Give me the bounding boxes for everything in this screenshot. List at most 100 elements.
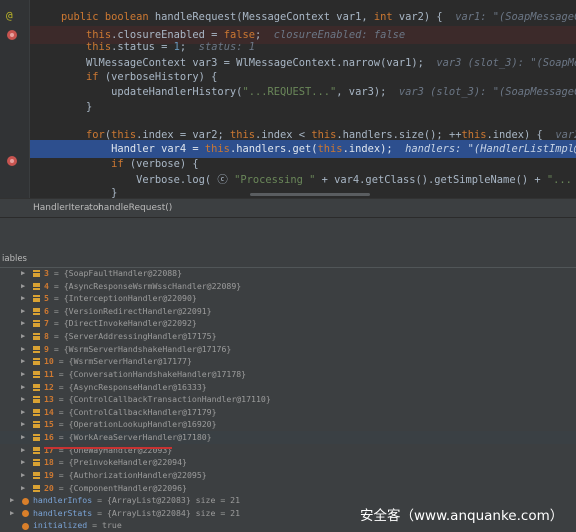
expand-arrow-icon[interactable]: ▶ xyxy=(21,368,25,381)
variable-key: 11 xyxy=(44,368,54,379)
variable-key: 10 xyxy=(44,356,54,367)
expand-arrow-icon[interactable]: ▶ xyxy=(21,381,25,394)
variable-value: {ControlCallbackHandler@17179} xyxy=(68,406,217,417)
equals-sign: = xyxy=(48,343,64,354)
code-text: public boolean handleRequest(MessageCont… xyxy=(61,11,443,23)
equals-sign: = xyxy=(48,305,64,316)
expand-arrow-icon[interactable]: ▶ xyxy=(21,406,25,419)
field-name: handlerStats xyxy=(33,507,93,518)
variable-tree-row[interactable]: ▶ 11 = {ConversationHandshakeHandler@1717… xyxy=(0,368,576,381)
variable-entry-text: handlerInfos = {ArrayList@22083} size = … xyxy=(33,494,240,507)
panel-spacer xyxy=(0,218,576,248)
code-text: if (verbose) { xyxy=(111,158,199,170)
breakpoint-marker[interactable] xyxy=(0,26,30,44)
variable-value: {SoapFaultHandler@22088} xyxy=(63,268,183,278)
list-element-icon xyxy=(33,282,40,290)
breadcrumb-item[interactable]: handleRequest() xyxy=(98,203,172,213)
variable-value: {VersionRedirectHandler@22091} xyxy=(63,305,212,316)
expand-arrow-icon[interactable]: ▶ xyxy=(10,507,14,520)
expand-arrow-icon[interactable]: ▶ xyxy=(21,482,25,495)
list-element-icon xyxy=(33,471,40,479)
code-editor[interactable]: @ public boolean handleRequest(MessageCo… xyxy=(0,0,576,198)
variable-key: 14 xyxy=(44,406,54,417)
list-element-icon xyxy=(33,459,40,467)
list-element-icon xyxy=(33,408,40,416)
variable-value: {ControlCallbackTransactionHandler@17110… xyxy=(68,394,271,405)
variable-entry-text: 10 = {WsrmServerHandler@17177} xyxy=(44,355,192,368)
equals-sign: = xyxy=(48,331,64,342)
expand-arrow-icon[interactable]: ▶ xyxy=(21,469,25,482)
variable-tree-row[interactable]: ▶ 20 = {ComponentHandler@22096} xyxy=(0,482,576,495)
variable-entry-text: 9 = {WsrmServerHandshakeHandler@17176} xyxy=(44,343,231,356)
equals-sign: = xyxy=(53,469,69,480)
equals-sign: = xyxy=(53,394,69,405)
expand-arrow-icon[interactable]: ▶ xyxy=(21,418,25,431)
list-element-icon xyxy=(33,421,40,429)
variable-tree-row[interactable]: ▶ 13 = {ControlCallbackTransactionHandler… xyxy=(0,393,576,406)
variable-tree-row[interactable]: ▶ 3 = {SoapFaultHandler@22088} xyxy=(0,267,576,280)
variable-tree-row[interactable]: ▶ 16 = {WorkAreaServerHandler@17180} xyxy=(0,431,576,444)
variable-value: {PreinvokeHandler@22094} xyxy=(68,457,187,468)
variable-value: {AuthorizationHandler@22095} xyxy=(68,469,207,480)
variable-tree-row[interactable]: ▶ 14 = {ControlCallbackHandler@17179} xyxy=(0,406,576,419)
expand-arrow-icon[interactable]: ▶ xyxy=(21,444,25,457)
variable-tree-row[interactable]: ▶ 8 = {ServerAddressingHandler@17175} xyxy=(0,330,576,343)
expand-arrow-icon[interactable]: ▶ xyxy=(21,305,25,318)
variable-value: {OperationLookupHandler@16920} xyxy=(68,419,217,430)
variable-tree-row[interactable]: ▶ 15 = {OperationLookupHandler@16920} xyxy=(0,418,576,431)
variable-tree-row[interactable]: ▶ 12 = {AsyncResponseHandler@16333} xyxy=(0,381,576,394)
expand-arrow-icon[interactable]: ▶ xyxy=(21,330,25,343)
variable-tree-row[interactable]: ▶ 9 = {WsrmServerHandshakeHandler@17176} xyxy=(0,343,576,356)
editor-gutter: @ xyxy=(0,0,30,198)
equals-sign: = xyxy=(53,356,69,367)
expand-arrow-icon[interactable]: ▶ xyxy=(21,267,25,280)
field-icon xyxy=(22,522,29,530)
list-element-icon xyxy=(33,446,40,454)
expand-arrow-icon[interactable]: ▶ xyxy=(21,393,25,406)
inline-value-hint: var3 (slot_3): "(SoapMessageContext@3129… xyxy=(398,86,576,98)
variable-entry-text: 3 = {SoapFaultHandler@22088} xyxy=(44,267,182,280)
expand-arrow-icon[interactable]: ▶ xyxy=(21,456,25,469)
variable-value: {InterceptionHandler@22090} xyxy=(63,293,197,304)
red-underline-annotation xyxy=(44,447,172,449)
variable-key: 18 xyxy=(44,457,54,468)
variable-tree-row[interactable]: ▶ 5 = {InterceptionHandler@22090} xyxy=(0,292,576,305)
variable-entry-text: 16 = {WorkAreaServerHandler@17180} xyxy=(44,431,212,444)
inline-value-hint: status: 1 xyxy=(186,41,255,53)
variable-tree-row[interactable]: ▶ 18 = {PreinvokeHandler@22094} xyxy=(0,456,576,469)
expand-arrow-icon[interactable]: ▶ xyxy=(21,280,25,293)
override-annotation-marker[interactable]: @ xyxy=(0,8,30,26)
list-element-icon xyxy=(33,484,40,492)
variable-value: {ServerAddressingHandler@17175} xyxy=(63,331,217,342)
expand-arrow-icon[interactable]: ▶ xyxy=(21,317,25,330)
variable-tree-row[interactable]: ▶ 4 = {AsyncResponseWsrmWsscHandler@22089… xyxy=(0,280,576,293)
breadcrumb: HandlerIterator › handleRequest() xyxy=(0,198,576,218)
breakpoint-marker[interactable] xyxy=(0,152,30,170)
list-element-icon xyxy=(33,333,40,341)
variable-tree-row[interactable]: ▶ 17 = {OneWayHandler@22093} xyxy=(0,444,576,457)
variable-entry-text: 17 = {OneWayHandler@22093} xyxy=(44,444,172,457)
expand-arrow-icon[interactable]: ▶ xyxy=(21,431,25,444)
variable-entry-text: 7 = {DirectInvokeHandler@22092} xyxy=(44,317,197,330)
variable-tree-row[interactable]: ▶ 7 = {DirectInvokeHandler@22092} xyxy=(0,317,576,330)
equals-sign: = xyxy=(53,381,69,392)
field-value: {ArrayList@22083} size = 21 xyxy=(106,495,241,506)
list-element-icon xyxy=(33,270,40,277)
variable-tree-row[interactable]: ▶ 10 = {WsrmServerHandler@17177} xyxy=(0,355,576,368)
variable-tree-row[interactable]: ▶ 6 = {VersionRedirectHandler@22091} xyxy=(0,305,576,318)
expand-arrow-icon[interactable]: ▶ xyxy=(21,343,25,356)
breadcrumb-separator: › xyxy=(88,202,92,213)
equals-sign: = xyxy=(53,419,69,430)
field-name: handlerInfos xyxy=(33,495,93,506)
code-text: Handler var4 = this.handlers.get(this.in… xyxy=(36,143,393,155)
expand-arrow-icon[interactable]: ▶ xyxy=(10,494,14,507)
code-text: this.status = 1; xyxy=(86,41,187,53)
expand-arrow-icon[interactable]: ▶ xyxy=(21,355,25,368)
expand-arrow-icon[interactable]: ▶ xyxy=(21,292,25,305)
horizontal-scrollbar[interactable] xyxy=(250,193,370,196)
code-line[interactable]: public boolean handleRequest(MessageCont… xyxy=(30,8,576,26)
equals-sign: = xyxy=(53,457,69,468)
variable-tree-row[interactable]: ▶ 19 = {AuthorizationHandler@22095} xyxy=(0,469,576,482)
variable-entry-text: 19 = {AuthorizationHandler@22095} xyxy=(44,469,207,482)
variable-key: 12 xyxy=(44,381,54,392)
